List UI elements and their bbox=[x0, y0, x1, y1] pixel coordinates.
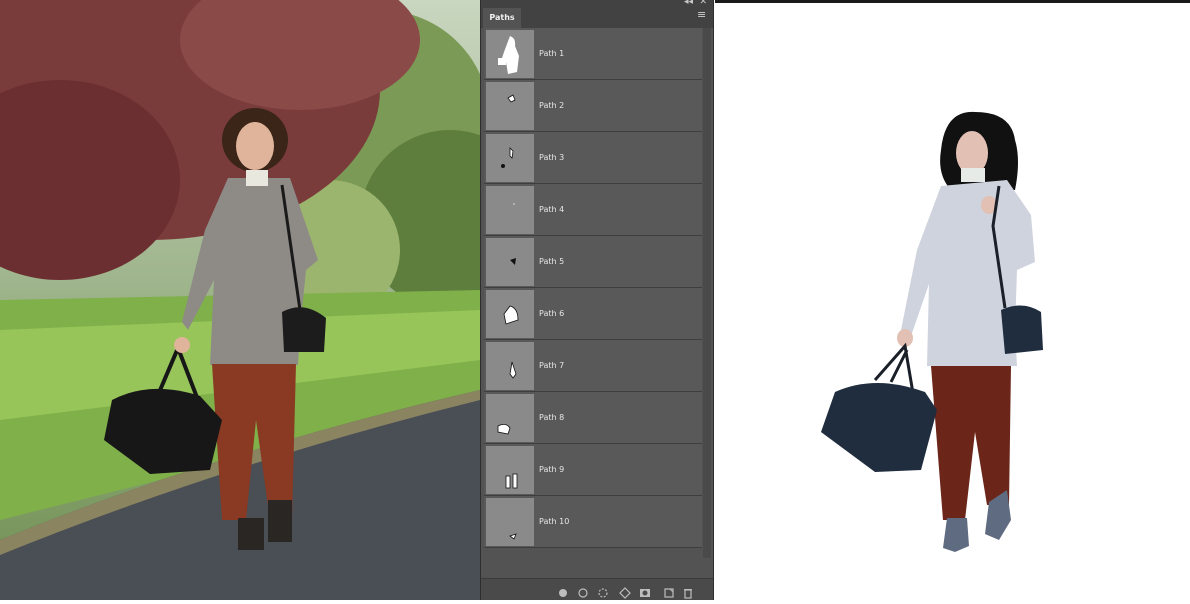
path-label: Path 4 bbox=[539, 205, 565, 214]
handbag-shape bbox=[821, 383, 937, 472]
panel-menu-icon[interactable]: ≡ bbox=[697, 9, 709, 21]
path-thumbnail bbox=[486, 446, 534, 494]
path-row[interactable]: Path 3 bbox=[484, 132, 702, 184]
paths-panel: ◂◂ ✕ Paths ≡ Path 1 Path 2 Path 3 Path 4 Pat… bbox=[480, 0, 714, 600]
tab-paths[interactable]: Paths bbox=[483, 8, 521, 28]
panel-scrollbar[interactable] bbox=[703, 28, 711, 558]
path-label: Path 10 bbox=[539, 517, 570, 526]
path-label: Path 2 bbox=[539, 101, 565, 110]
shoulder-bag-shape bbox=[1001, 305, 1043, 354]
panel-footer bbox=[481, 578, 713, 600]
path-label: Path 9 bbox=[539, 465, 565, 474]
left-boot-shape bbox=[943, 518, 969, 552]
new-path-icon[interactable] bbox=[663, 584, 675, 598]
stroke-path-icon[interactable] bbox=[577, 584, 589, 598]
path-row[interactable]: Path 9 bbox=[484, 444, 702, 496]
path-row[interactable]: Path 6 bbox=[484, 288, 702, 340]
path-label: Path 7 bbox=[539, 361, 565, 370]
path-row[interactable]: Path 8 bbox=[484, 392, 702, 444]
make-work-path-icon[interactable] bbox=[619, 584, 631, 599]
path-thumbnail bbox=[486, 30, 534, 78]
path-label: Path 6 bbox=[539, 309, 565, 318]
path-thumbnail bbox=[486, 394, 534, 442]
path-row[interactable]: Path 4 bbox=[484, 184, 702, 236]
path-row[interactable]: Path 2 bbox=[484, 80, 702, 132]
path-thumbnail bbox=[486, 82, 534, 130]
path-thumbnail bbox=[486, 238, 534, 286]
path-thumbnail bbox=[486, 290, 534, 338]
path-row[interactable]: Path 7 bbox=[484, 340, 702, 392]
path-thumbnail bbox=[486, 342, 534, 390]
delete-path-icon[interactable] bbox=[682, 584, 694, 599]
fill-path-icon[interactable] bbox=[557, 584, 569, 597]
path-list: Path 1 Path 2 Path 3 Path 4 Path 5 Path 6 Path… bbox=[484, 28, 702, 548]
path-thumbnail bbox=[486, 134, 534, 182]
collar-shape bbox=[961, 168, 985, 182]
path-row[interactable]: Path 1 bbox=[484, 28, 702, 80]
vector-illustration bbox=[715, 0, 1190, 600]
path-row[interactable]: Path 5 bbox=[484, 236, 702, 288]
path-row[interactable]: Path 10 bbox=[484, 496, 702, 548]
path-label: Path 5 bbox=[539, 257, 565, 266]
path-label: Path 1 bbox=[539, 49, 565, 58]
path-thumbnail bbox=[486, 498, 534, 546]
path-label: Path 8 bbox=[539, 413, 565, 422]
load-selection-icon[interactable] bbox=[597, 584, 609, 598]
path-thumbnail bbox=[486, 186, 534, 234]
add-mask-icon[interactable] bbox=[639, 584, 651, 597]
path-label: Path 3 bbox=[539, 153, 565, 162]
reference-photo bbox=[0, 0, 480, 600]
panel-tab-bar: Paths ≡ bbox=[481, 6, 713, 28]
canvas-top-border bbox=[715, 0, 1190, 3]
